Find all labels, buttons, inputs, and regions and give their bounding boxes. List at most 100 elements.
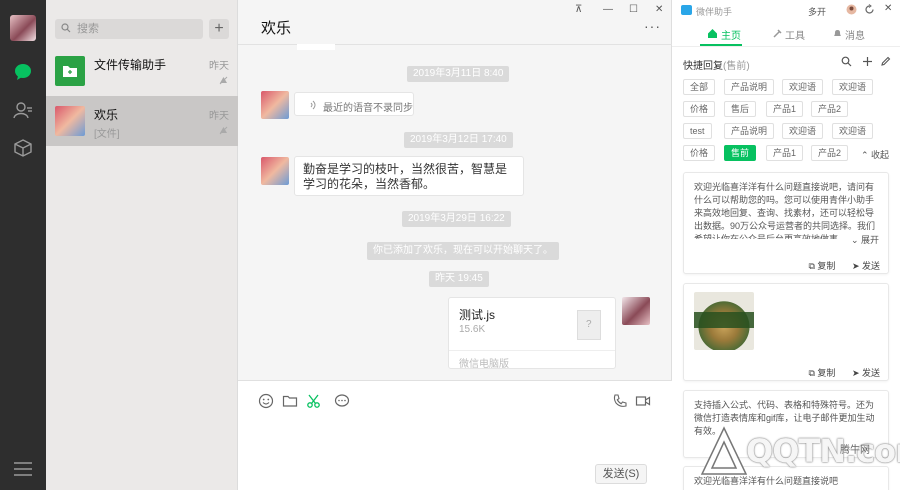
tab-messages[interactable]: 消息 (845, 27, 865, 42)
tag-chip[interactable]: 产品说明 (724, 123, 775, 139)
close-button[interactable]: ✕ (655, 4, 663, 15)
avatar-icon[interactable] (846, 4, 857, 15)
site-watermark: QQTN.com 腾牛网 (694, 418, 900, 490)
emoji-icon[interactable] (258, 393, 274, 409)
image-thumbnail (694, 292, 754, 350)
quick-reply-card[interactable]: 欢迎光临喜洋洋有什么问题直接说吧，请问有什么可以帮助您的吗。您可以使用青伴小助手… (683, 172, 889, 274)
tag-chip[interactable]: 产品1 (766, 145, 804, 161)
tag-chip-active[interactable]: 售前 (724, 145, 757, 161)
panel-close-button[interactable]: ✕ (884, 3, 892, 14)
watermark-text: QQTN.com (746, 432, 900, 470)
send-reply-button[interactable]: ➤ 发送 (852, 261, 880, 271)
contact-avatar (55, 106, 85, 136)
system-message: 你已添加了欢乐，现在可以开始聊天了。 (367, 242, 559, 260)
chat-window: 欢乐 ··· ⊼ — ☐ ✕ 2019年3月11日 8:40 最近的语音不录同步… (238, 0, 672, 490)
tag-chip[interactable]: 产品说明 (724, 79, 775, 95)
contact-avatar[interactable] (261, 91, 289, 119)
home-icon (708, 29, 717, 38)
watermark-cn-text: 腾牛网 (840, 445, 870, 456)
more-options-button[interactable]: ··· (644, 18, 661, 34)
tag-chip[interactable]: 产品2 (811, 145, 849, 161)
text-message[interactable]: 勤奋是学习的枝叶，当然很苦，智慧是学习的花朵，当然香郁。 (294, 156, 524, 196)
tag-chip[interactable]: 售后 (724, 101, 757, 117)
message-timestamp: 2019年3月12日 17:40 (404, 132, 513, 148)
message-timestamp: 2019年3月11日 8:40 (407, 66, 510, 82)
file-type-icon: ? (577, 310, 601, 340)
search-icon[interactable] (841, 56, 852, 67)
pin-window-icon[interactable]: ⊼ (575, 4, 582, 15)
tag-chip[interactable]: 欢迎语 (782, 123, 824, 139)
quick-reply-image-card[interactable]: ⧉ 复制 ➤ 发送 (683, 283, 889, 381)
conversation-preview: [文件] (94, 129, 120, 140)
tag-chip[interactable]: 欢迎语 (832, 123, 874, 139)
tag-chip[interactable]: 欢迎语 (832, 79, 874, 95)
copy-button[interactable]: ⧉ 复制 (808, 368, 835, 378)
search-box[interactable] (55, 19, 203, 39)
folder-icon[interactable] (282, 393, 298, 409)
file-source: 微信电脑版 (459, 359, 509, 370)
tag-chip[interactable]: 欢迎语 (782, 79, 824, 95)
self-avatar[interactable] (622, 297, 650, 325)
left-nav (0, 0, 46, 490)
assistant-logo-icon (681, 5, 692, 15)
voice-message-text: 最近的语音不录同步 (323, 103, 413, 114)
quick-reply-status: (售前) (723, 61, 750, 72)
edit-icon[interactable] (880, 56, 891, 67)
multi-open-dropdown[interactable]: 多开 (808, 5, 826, 18)
tabs-divider (672, 46, 900, 47)
refresh-icon[interactable] (864, 4, 875, 15)
voice-call-icon[interactable] (612, 393, 628, 409)
file-transfer-avatar (55, 56, 85, 86)
folder-icon (63, 66, 77, 77)
tag-chip[interactable]: 产品2 (811, 101, 849, 117)
quick-reply-text: 欢迎光临喜洋洋有什么问题直接说吧，请问有什么可以帮助您的吗。您可以使用青伴小助手… (694, 182, 876, 239)
conversation-name: 欢乐 (94, 108, 119, 122)
assistant-tabs: 主页 工具 消息 (672, 22, 900, 46)
search-icon (61, 23, 71, 33)
contact-avatar[interactable] (261, 157, 289, 185)
screenshot-scissors-icon[interactable] (306, 393, 322, 409)
chat-history-icon[interactable] (334, 393, 350, 409)
file-name: 测试.js (459, 308, 496, 322)
conversation-list: + 文件传输助手 昨天 欢乐 昨天 [文件] (46, 0, 238, 490)
tag-chip[interactable]: 价格 (683, 145, 716, 161)
minimize-button[interactable]: — (603, 4, 613, 15)
tools-icon (773, 29, 782, 38)
conversation-time: 昨天 (209, 61, 229, 72)
tab-tools[interactable]: 工具 (785, 27, 805, 42)
search-input[interactable] (77, 21, 197, 37)
tag-chip[interactable]: 价格 (683, 101, 716, 117)
video-call-icon[interactable] (635, 393, 651, 409)
conversation-item-file-transfer[interactable]: 文件传输助手 昨天 (46, 46, 238, 96)
contacts-icon[interactable] (13, 100, 33, 120)
add-icon[interactable] (862, 56, 873, 67)
voice-message[interactable]: 最近的语音不录同步 (294, 92, 414, 116)
conversation-item-huanle[interactable]: 欢乐 昨天 [文件] (46, 96, 238, 146)
send-button[interactable]: 发送(S) (595, 464, 647, 484)
user-avatar[interactable] (10, 15, 36, 41)
chat-title: 欢乐 (261, 20, 292, 37)
menu-icon[interactable] (14, 462, 32, 476)
collapse-button[interactable]: ⌃ 收起 (861, 148, 889, 161)
watermark-logo-icon (700, 426, 748, 475)
conversation-name: 文件传输助手 (94, 58, 167, 72)
voice-icon (310, 100, 316, 110)
message-composer[interactable]: 发送(S) (238, 380, 672, 490)
assistant-title: 微伴助手 (696, 7, 733, 17)
tag-chip[interactable]: test (683, 123, 712, 139)
file-divider (449, 350, 615, 351)
file-message[interactable]: 测试.js 15.6K ? 微信电脑版 (448, 297, 616, 370)
chat-icon[interactable] (13, 62, 33, 82)
tag-chip[interactable]: 产品1 (766, 101, 804, 117)
file-size: 15.6K (459, 324, 486, 335)
assistant-panel: 微伴助手 多开 ✕ 主页 工具 消息 快捷回复(售前) 全部 产品说明 欢迎语 … (672, 0, 900, 490)
start-group-chat-button[interactable]: + (209, 19, 229, 39)
send-reply-button[interactable]: ➤ 发送 (852, 368, 880, 378)
favorites-cube-icon[interactable] (13, 138, 33, 158)
message-bubble-partial (297, 44, 335, 50)
maximize-button[interactable]: ☐ (629, 4, 638, 15)
tab-home[interactable]: 主页 (721, 27, 741, 42)
copy-button[interactable]: ⧉ 复制 (808, 261, 835, 271)
expand-button[interactable]: ⌄ 展开 (848, 233, 880, 246)
tag-chip[interactable]: 全部 (683, 79, 716, 95)
